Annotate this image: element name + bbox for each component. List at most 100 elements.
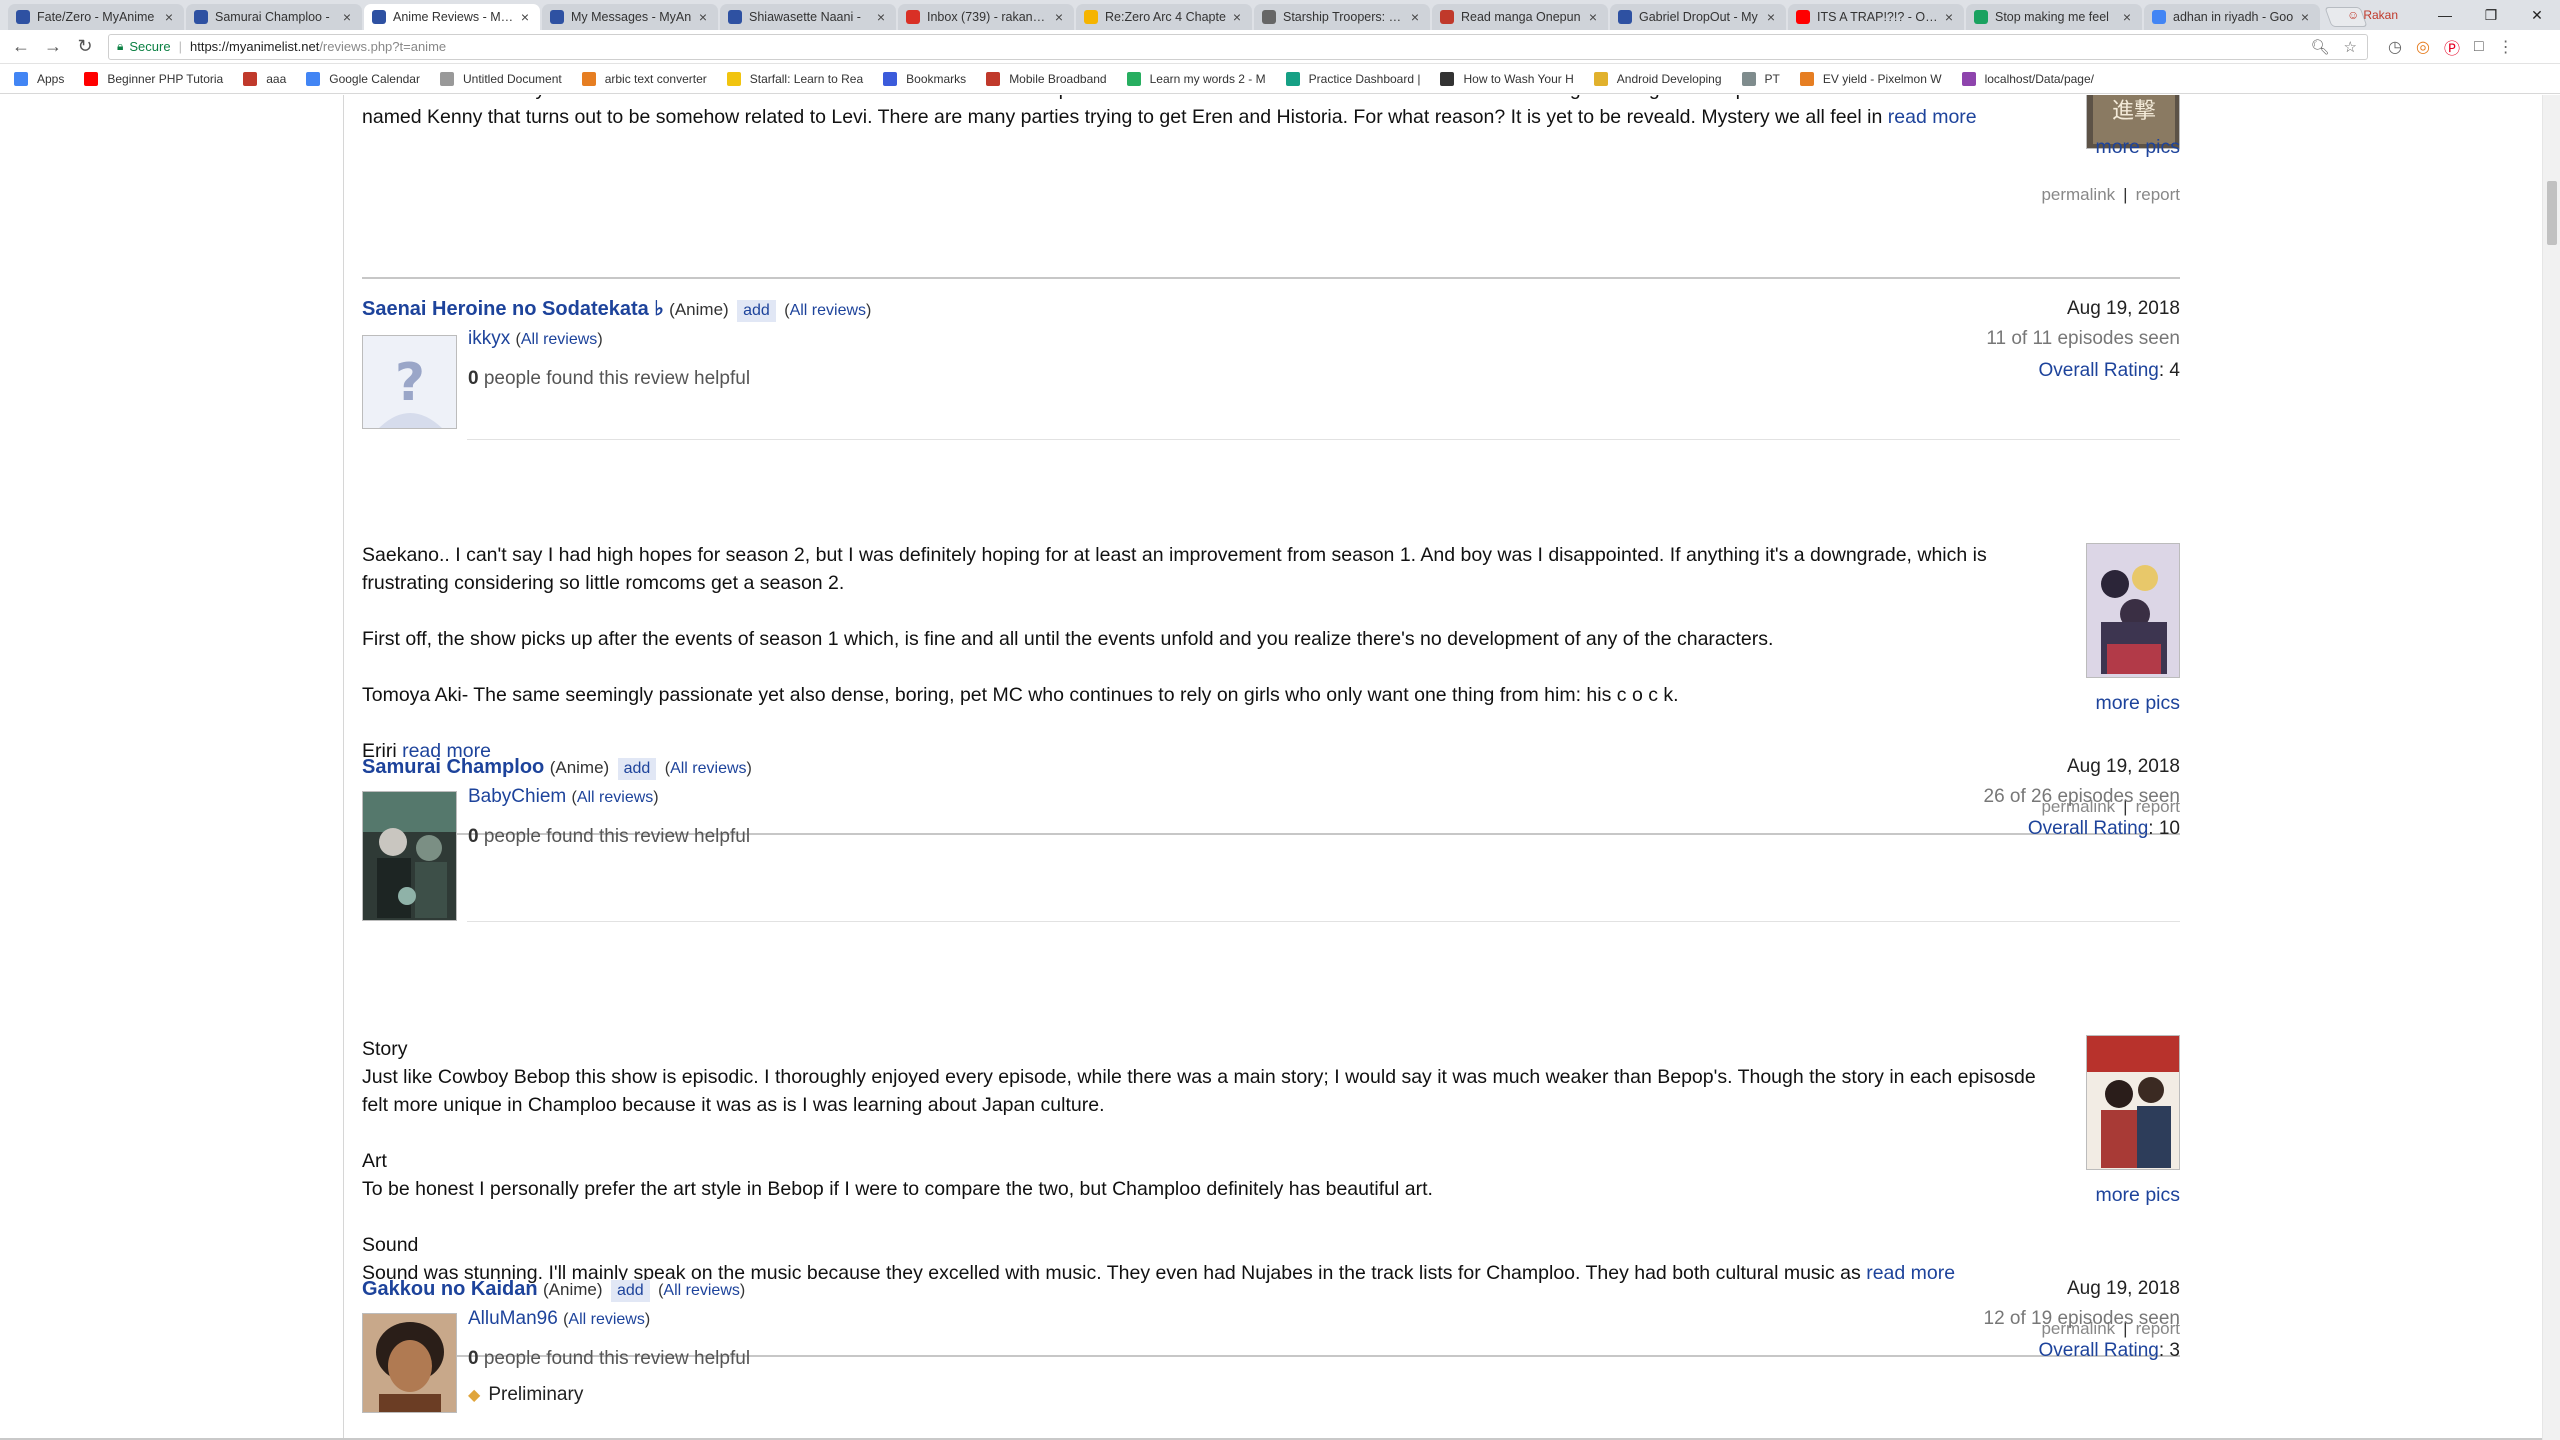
all-reviews-link[interactable]: All reviews <box>670 760 746 777</box>
minimize-button[interactable]: — <box>2422 7 2468 23</box>
restore-button[interactable]: ❐ <box>2468 7 2514 24</box>
bookmark-item[interactable]: Learn my words 2 - M <box>1126 71 1266 86</box>
report-link[interactable]: report <box>2136 185 2180 204</box>
zoom-icon[interactable]: 🔍︎ <box>2311 38 2330 56</box>
browser-tab[interactable]: Anime Reviews - MyA × <box>364 4 540 30</box>
all-reviews-link[interactable]: All reviews <box>663 1282 739 1299</box>
reviewer-all-reviews-link[interactable]: All reviews <box>577 789 653 806</box>
web-icon <box>1440 10 1454 24</box>
close-tab-icon[interactable]: × <box>1230 9 1244 25</box>
anime-title-link[interactable]: Gakkou no Kaidan <box>362 1278 538 1300</box>
close-tab-icon[interactable]: × <box>874 9 888 25</box>
close-tab-icon[interactable]: × <box>2298 9 2312 25</box>
bookmark-item[interactable]: Starfall: Learn to Rea <box>726 71 863 86</box>
bookmark-item[interactable]: localhost/Data/page/ <box>1961 71 2094 86</box>
extension-icon[interactable]: ◷ <box>2388 37 2402 57</box>
helpful-count: 0 people found this review helpful <box>468 365 750 393</box>
bookmark-item[interactable]: How to Wash Your H <box>1440 71 1574 86</box>
bookmark-item[interactable]: Bookmarks <box>883 71 966 86</box>
browser-tab[interactable]: adhan in riyadh - Goo × <box>2144 4 2320 30</box>
bookmark-item[interactable]: aaa <box>243 71 286 86</box>
browser-tab[interactable]: Fate/Zero - MyAnime × <box>8 4 184 30</box>
close-tab-icon[interactable]: × <box>1052 9 1066 25</box>
browser-tab[interactable]: Inbox (739) - rakanhal × <box>898 4 1074 30</box>
bookmark-label: Mobile Broadband <box>1009 71 1107 86</box>
user-avatar[interactable] <box>362 791 457 921</box>
reviewer-all-reviews-link[interactable]: All reviews <box>568 1311 644 1328</box>
anime-title-link[interactable]: Samurai Champloo <box>362 756 544 778</box>
browser-tab[interactable]: My Messages - MyAn × <box>542 4 718 30</box>
bookmark-item[interactable]: Mobile Broadband <box>986 71 1107 86</box>
bookmark-item[interactable]: Android Developing <box>1593 71 1722 86</box>
browser-tab[interactable]: Read manga Onepun × <box>1432 4 1608 30</box>
profile-button[interactable]: ☺ Rakan <box>2347 8 2398 22</box>
url-text[interactable]: https://myanimelist.net/reviews.php?t=an… <box>190 39 446 54</box>
extension-icon[interactable]: ◎ <box>2416 37 2430 57</box>
bookmark-item[interactable]: Google Calendar <box>306 71 420 86</box>
reviewer-name-link[interactable]: AlluMan96 <box>468 1308 558 1329</box>
add-to-list-button[interactable]: add <box>737 300 776 322</box>
add-to-list-button[interactable]: add <box>617 758 657 780</box>
all-reviews-link[interactable]: All reviews <box>790 302 866 319</box>
close-tab-icon[interactable]: × <box>162 9 176 25</box>
close-window-button[interactable]: ✕ <box>2514 7 2560 24</box>
browser-tab[interactable]: Re:Zero Arc 4 Chapte × <box>1076 4 1252 30</box>
bookmarks-bar: Apps Beginner PHP Tutoria aaa Google Calend… <box>0 64 2560 94</box>
browser-tab[interactable]: Gabriel DropOut - My × <box>1610 4 1786 30</box>
review-paragraph: To be honest I personally prefer the art… <box>362 1178 1433 1200</box>
anime-thumbnail[interactable] <box>2086 543 2180 678</box>
more-pics-link[interactable]: more pics <box>2095 136 2180 158</box>
bookmark-item[interactable]: Untitled Document <box>439 71 562 86</box>
reviewer-name-link[interactable]: BabyChiem <box>468 786 566 807</box>
bookmark-item[interactable]: PT <box>1741 71 1780 86</box>
bookmark-item[interactable]: EV yield - Pixelmon W <box>1799 71 1942 86</box>
browser-tab[interactable]: Stop making me feel × <box>1966 4 2142 30</box>
extension-icon[interactable]: □ <box>2474 38 2484 56</box>
back-button[interactable]: ← <box>10 36 32 57</box>
browser-tab[interactable]: Shiawasette Naani - × <box>720 4 896 30</box>
bookmark-icon <box>1961 71 1976 86</box>
user-avatar[interactable]: ? <box>362 335 457 429</box>
address-bar[interactable]: 🔒︎ Secure | https://myanimelist.net/revi… <box>108 33 2368 60</box>
bookmark-item[interactable]: Beginner PHP Tutoria <box>84 71 223 86</box>
profile-label: Rakan <box>2363 8 2398 22</box>
permalink-link[interactable]: permalink <box>2041 185 2115 204</box>
review-date: Aug 19, 2018 <box>2066 1278 2180 1299</box>
close-tab-icon[interactable]: × <box>1586 9 1600 25</box>
anime-thumbnail[interactable] <box>2086 1035 2180 1170</box>
reviewer-all-reviews-link[interactable]: All reviews <box>521 331 597 348</box>
scrollbar-thumb[interactable] <box>2547 181 2557 245</box>
pinterest-icon[interactable]: Ⓟ <box>2444 35 2460 59</box>
browser-tab[interactable]: Starship Troopers: Inv × <box>1254 4 1430 30</box>
close-tab-icon[interactable]: × <box>696 9 710 25</box>
bookmark-item[interactable]: arbic text converter <box>581 71 707 86</box>
browser-tab[interactable]: ITS A TRAP!?!? - One × <box>1788 4 1964 30</box>
user-avatar[interactable] <box>362 1313 457 1413</box>
review-footer: permalink | report <box>2041 185 2180 204</box>
close-tab-icon[interactable]: × <box>1764 9 1778 25</box>
bookmark-star-icon[interactable]: ☆ <box>2344 38 2357 56</box>
close-tab-icon[interactable]: × <box>2120 9 2134 25</box>
reload-button[interactable]: ↻ <box>74 36 96 57</box>
add-to-list-button[interactable]: add <box>610 1280 650 1302</box>
episodes-seen: 26 of 26 episodes seen <box>1983 786 2181 807</box>
close-tab-icon[interactable]: × <box>518 9 532 25</box>
read-more-link[interactable]: read more <box>1888 106 1977 128</box>
forward-button[interactable]: → <box>42 36 64 57</box>
secure-indicator[interactable]: 🔒︎ Secure <box>117 39 171 54</box>
browser-tab[interactable]: Samurai Champloo - × <box>186 4 362 30</box>
web-icon <box>1084 10 1098 24</box>
bookmark-item[interactable]: Apps <box>14 71 64 86</box>
close-tab-icon[interactable]: × <box>1408 9 1422 25</box>
anime-title-link[interactable]: Saenai Heroine no Sodatekata ♭ <box>362 298 664 320</box>
close-tab-icon[interactable]: × <box>1942 9 1956 25</box>
reviewer-all-reviews-wrap: (All reviews) <box>515 331 603 348</box>
more-pics-link[interactable]: more pics <box>2095 692 2180 714</box>
reviewer-name-link[interactable]: ikkyx <box>468 328 510 349</box>
page-scrollbar[interactable] <box>2542 95 2560 1440</box>
meta-divider <box>467 921 2180 922</box>
more-pics-link[interactable]: more pics <box>2095 1184 2180 1206</box>
close-tab-icon[interactable]: × <box>340 9 354 25</box>
menu-icon[interactable]: ⋮ <box>2498 37 2514 57</box>
bookmark-item[interactable]: Practice Dashboard | <box>1285 71 1420 86</box>
